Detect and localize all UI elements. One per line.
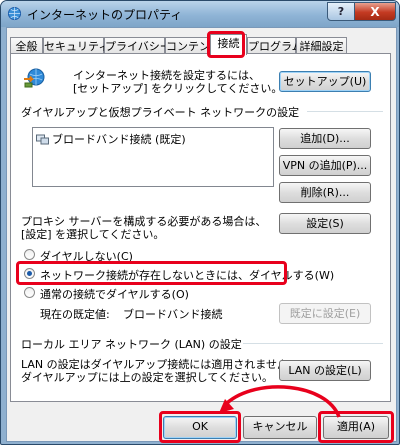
current-default-label: 現在の既定値: xyxy=(40,308,110,321)
connections-panel: インターネット接続を設定するには、 [セットアップ] をクリックしてください。 … xyxy=(10,53,391,402)
dialog-client-area: 全般 セキュリティ プライバシー コンテンツ 接続 プログラム 詳細設定 インタ… xyxy=(6,27,397,443)
title-bar[interactable]: インターネットのプロパティ ? X xyxy=(1,1,399,27)
internet-options-icon xyxy=(7,6,22,21)
always-dial-label[interactable]: 通常の接続でダイヤルする(O) xyxy=(40,286,189,302)
lan-section-heading: ローカル エリア ネットワーク (LAN) の設定 xyxy=(21,338,242,351)
dialup-divider xyxy=(307,111,383,112)
globe-network-icon xyxy=(24,68,45,88)
help-button[interactable]: ? xyxy=(327,2,355,21)
list-item[interactable]: ブロードバンド接続 (既定) xyxy=(36,131,186,147)
never-dial-radio[interactable] xyxy=(24,249,35,260)
set-default-button[interactable]: 既定に設定(E) xyxy=(279,303,371,324)
proxy-description-line2: [設定] を選択してください。 xyxy=(21,228,165,241)
connection-name: ブロードバンド接続 (既定) xyxy=(52,133,186,146)
add-button[interactable]: 追加(D)... xyxy=(279,128,371,149)
tab-advanced[interactable]: 詳細設定 xyxy=(296,37,347,54)
setup-button[interactable]: セットアップ(U) xyxy=(279,71,371,92)
current-default-value: ブロードバンド接続 xyxy=(123,308,223,321)
lan-divider xyxy=(243,343,383,344)
connection-list[interactable]: ブロードバンド接続 (既定) xyxy=(32,127,274,187)
tab-content[interactable]: コンテンツ xyxy=(165,37,211,54)
annotation-arrow xyxy=(219,385,341,418)
tab-security[interactable]: セキュリティ xyxy=(43,37,109,54)
broadband-connection-icon xyxy=(36,134,49,144)
close-button[interactable]: X xyxy=(354,2,396,21)
always-dial-radio[interactable] xyxy=(24,287,35,298)
dial-option-highlight xyxy=(16,261,287,285)
remove-button[interactable]: 削除(R)... xyxy=(279,182,371,203)
tab-privacy[interactable]: プライバシー xyxy=(104,37,171,54)
properties-window: インターネットのプロパティ ? X 全般 セキュリティ プライバシー コンテンツ… xyxy=(0,0,400,445)
tab-programs[interactable]: プログラム xyxy=(247,37,303,54)
window-title: インターネットのプロパティ xyxy=(27,8,183,22)
setup-description-line2: [セットアップ] をクリックしてください。 xyxy=(73,82,283,95)
connections-tab-highlight xyxy=(207,31,245,58)
tab-general[interactable]: 全般 xyxy=(10,37,43,54)
add-vpn-button[interactable]: VPN の追加(P)... xyxy=(279,155,371,176)
dialup-section-heading: ダイヤルアップと仮想プライベート ネットワークの設定 xyxy=(21,106,300,119)
settings-button[interactable]: 設定(S) xyxy=(279,213,371,234)
